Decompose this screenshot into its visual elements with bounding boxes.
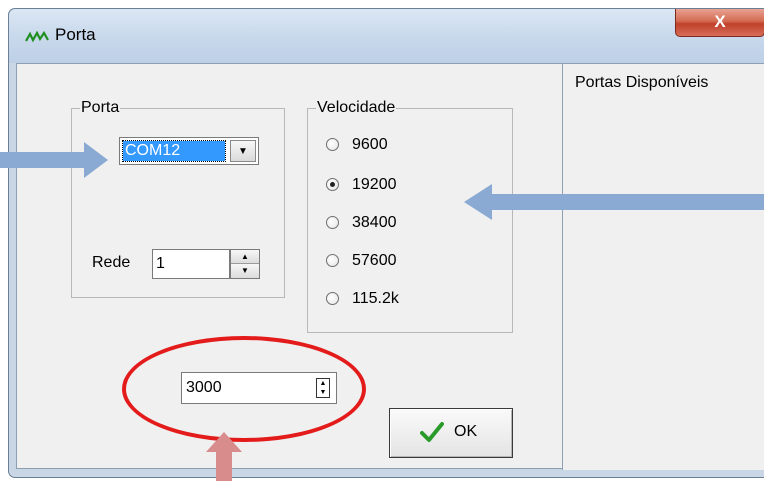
close-icon: X [714,12,726,31]
window-title: Porta [55,25,96,44]
radio-label: 9600 [352,136,388,153]
radio-label: 19200 [352,176,397,193]
radio-button[interactable] [326,292,339,305]
radio-label: 57600 [352,252,397,269]
arrow-down-icon: ▼ [241,266,249,275]
porta-group: Porta COM12 ▼ Rede 1 ▲ ▼ [71,99,285,298]
radio-button-selected[interactable] [326,178,339,191]
pink-arrow-up-icon [206,432,242,481]
rede-spinner[interactable]: ▲ ▼ [230,249,260,279]
radio-label: 38400 [352,214,397,231]
blue-arrow-left-icon [0,142,108,178]
arrow-up-icon: ▲ [241,252,249,261]
porta-group-label: Porta [80,99,121,117]
checkmark-icon [420,422,444,442]
close-button[interactable]: X [675,9,764,37]
title-bar[interactable]: Porta X [9,9,764,63]
available-ports-title: Portas Disponíveis [575,74,709,91]
client-area: Porta COM12 ▼ Rede 1 ▲ ▼ Velocidade 9600 [16,63,764,470]
spin-up-button[interactable]: ▲ [231,250,259,264]
rede-input[interactable]: 1 [152,249,230,279]
highlight-ellipse [122,336,366,442]
rede-label: Rede [92,254,131,271]
velocidade-group-label: Velocidade [316,99,397,117]
available-ports-panel: Portas Disponíveis [562,64,764,470]
ok-button[interactable]: OK [389,408,513,458]
radio-button[interactable] [326,254,339,267]
blue-arrow-right-icon [464,184,764,220]
ok-button-label: OK [454,423,478,440]
radio-button[interactable] [326,138,339,151]
porta-dialog: Porta X Porta COM12 ▼ Rede 1 ▲ ▼ Velocid… [8,8,764,478]
radio-label: 115.2k [352,290,399,307]
spin-down-button[interactable]: ▼ [231,264,259,278]
radio-button[interactable] [326,216,339,229]
port-combo-value[interactable]: COM12 [122,140,226,162]
dropdown-button[interactable]: ▼ [230,140,256,162]
waveform-icon [25,30,49,43]
port-combo[interactable]: COM12 ▼ [119,137,259,165]
chevron-down-icon: ▼ [238,146,248,157]
